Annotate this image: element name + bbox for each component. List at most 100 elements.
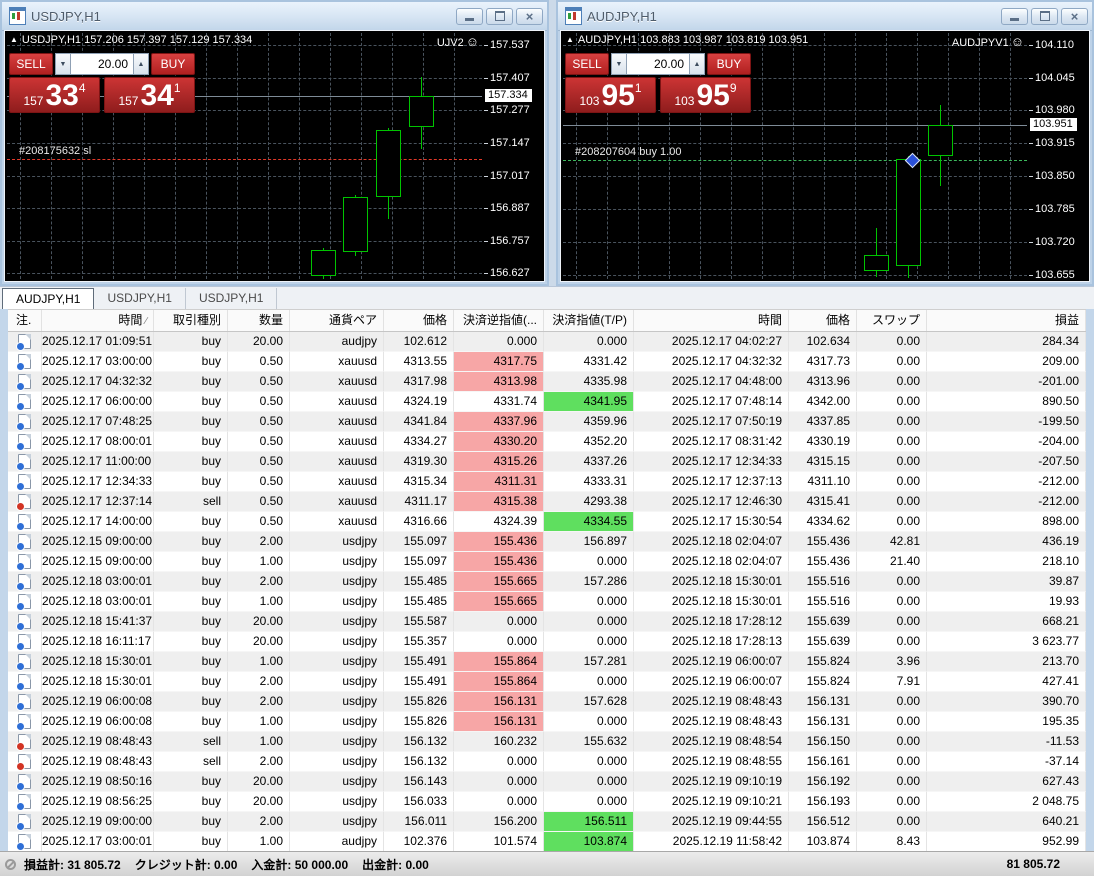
history-row[interactable]: 2025.12.18 16:11:17 buy 20.00 usdjpy 155.357… <box>8 632 1086 652</box>
price-chart[interactable]: ▲ USDJPY,H1 157.206 157.397 157.129 157.3… <box>7 33 482 279</box>
profit-cell: -37.14 <box>927 752 1086 772</box>
history-row[interactable]: 2025.12.15 09:00:00 buy 1.00 usdjpy 155.097 1… <box>8 552 1086 572</box>
window-title: AUDJPY,H1 <box>587 8 657 24</box>
history-row[interactable]: 2025.12.17 06:00:00 buy 0.50 xauusd 4324.19 4… <box>8 392 1086 412</box>
column-header-volume[interactable]: 数量 <box>228 310 290 331</box>
history-row[interactable]: 2025.12.17 12:34:33 buy 0.50 xauusd 4315.34 4… <box>8 472 1086 492</box>
column-header-close_time[interactable]: 時間 <box>634 310 789 331</box>
profit-cell: 195.35 <box>927 712 1086 732</box>
tab-usdjpy-h1[interactable]: USDJPY,H1 <box>94 288 186 309</box>
history-row[interactable]: 2025.12.19 06:00:08 buy 2.00 usdjpy 155.826 1… <box>8 692 1086 712</box>
history-row[interactable]: 2025.12.19 08:48:43 sell 1.00 usdjpy 156.132… <box>8 732 1086 752</box>
sell-button[interactable]: SELL <box>9 53 53 75</box>
buy-button[interactable]: BUY <box>151 53 195 75</box>
symbol-cell: usdjpy <box>290 632 384 652</box>
order-dot <box>16 662 25 671</box>
buy-button[interactable]: BUY <box>707 53 751 75</box>
close_time-cell: 2025.12.17 12:46:30 <box>634 492 789 512</box>
history-row[interactable]: 2025.12.17 03:00:00 buy 0.50 xauusd 4313.55 4… <box>8 352 1086 372</box>
column-header-close_price[interactable]: 価格 <box>789 310 857 331</box>
open_time-cell: 2025.12.15 09:00:00 <box>42 532 154 552</box>
history-row[interactable]: 2025.12.18 15:30:01 buy 2.00 usdjpy 155.491 1… <box>8 672 1086 692</box>
window-titlebar[interactable]: USDJPY,H1 × <box>2 2 547 31</box>
column-header-sl[interactable]: 決済逆指値(... <box>454 310 544 331</box>
close_time-cell: 2025.12.19 08:48:43 <box>634 692 789 712</box>
close_time-cell: 2025.12.18 17:28:12 <box>634 612 789 632</box>
minimize-button[interactable] <box>1001 7 1028 25</box>
type-cell: buy <box>154 472 228 492</box>
history-row[interactable]: 2025.12.17 11:00:00 buy 0.50 xauusd 4319.30 4… <box>8 452 1086 472</box>
volume-increase-button[interactable]: ▲ <box>689 53 705 75</box>
volume-decrease-button[interactable]: ▼ <box>611 53 627 75</box>
column-header-tp[interactable]: 決済指値(T/P) <box>544 310 634 331</box>
history-row[interactable]: 2025.12.17 14:00:00 buy 0.50 xauusd 4316.66 4… <box>8 512 1086 532</box>
column-header-open_price[interactable]: 価格 <box>384 310 454 331</box>
order-type-cell <box>8 512 42 532</box>
history-row[interactable]: 2025.12.15 09:00:00 buy 2.00 usdjpy 155.097 1… <box>8 532 1086 552</box>
price-axis[interactable]: 104.110 104.045 103.980 103.915 103.850 103.7… <box>1029 33 1089 279</box>
buy-price-button[interactable]: 103 95 9 <box>660 77 751 113</box>
history-row[interactable]: 2025.12.17 01:09:51 buy 20.00 audjpy 102.612… <box>8 332 1086 352</box>
tab-usdjpy-h1[interactable]: USDJPY,H1 <box>186 288 278 309</box>
profit-cell: 952.99 <box>927 832 1086 852</box>
price-chart[interactable]: ▲ AUDJPY,H1 103.883 103.987 103.819 103.9… <box>563 33 1027 279</box>
type-cell: sell <box>154 492 228 512</box>
history-row[interactable]: 2025.12.18 03:00:01 buy 2.00 usdjpy 155.485 1… <box>8 572 1086 592</box>
close_price-cell: 156.512 <box>789 812 857 832</box>
history-row[interactable]: 2025.12.17 08:00:01 buy 0.50 xauusd 4334.27 4… <box>8 432 1086 452</box>
history-row[interactable]: 2025.12.17 07:48:25 buy 0.50 xauusd 4341.84 4… <box>8 412 1086 432</box>
history-row[interactable]: 2025.12.19 06:00:08 buy 1.00 usdjpy 155.826 1… <box>8 712 1086 732</box>
volume-input[interactable]: 20.00 <box>627 53 689 75</box>
current-price-line <box>563 125 1027 127</box>
order-type-cell <box>8 332 42 352</box>
open_price-cell: 4324.19 <box>384 392 454 412</box>
history-row[interactable]: 2025.12.19 08:50:16 buy 20.00 usdjpy 156.143… <box>8 772 1086 792</box>
history-row[interactable]: 2025.12.19 08:56:25 buy 20.00 usdjpy 156.033… <box>8 792 1086 812</box>
volume-decrease-button[interactable]: ▼ <box>55 53 71 75</box>
history-row[interactable]: 2025.12.19 08:48:43 sell 2.00 usdjpy 156.132… <box>8 752 1086 772</box>
buy-price-button[interactable]: 157 34 1 <box>104 77 195 113</box>
column-header-open_time[interactable]: 時間 ∕ <box>42 310 154 331</box>
axis-tick-mark <box>1029 274 1033 276</box>
column-header-symbol[interactable]: 通貨ペア <box>290 310 384 331</box>
order-type-cell <box>8 752 42 772</box>
history-row[interactable]: 2025.12.17 04:32:32 buy 0.50 xauusd 4317.98 4… <box>8 372 1086 392</box>
buy-order-icon <box>16 814 31 831</box>
history-row[interactable]: 2025.12.18 15:41:37 buy 20.00 usdjpy 155.587… <box>8 612 1086 632</box>
close_time-cell: 2025.12.19 11:58:42 <box>634 832 789 852</box>
tab-audjpy-h1[interactable]: AUDJPY,H1 <box>2 288 95 309</box>
column-header-swap[interactable]: スワップ <box>857 310 927 331</box>
close-button[interactable]: × <box>1061 7 1088 25</box>
sell-price-button[interactable]: 157 33 4 <box>9 77 100 113</box>
price-axis[interactable]: 157.537 157.407 157.277 157.147 157.017 156.8… <box>484 33 544 279</box>
sell-price-button[interactable]: 103 95 1 <box>565 77 656 113</box>
close_price-cell: 102.634 <box>789 332 857 352</box>
history-row[interactable]: 2025.12.18 15:30:01 buy 1.00 usdjpy 155.491 1… <box>8 652 1086 672</box>
window-titlebar[interactable]: AUDJPY,H1 × <box>558 2 1092 31</box>
volume-increase-button[interactable]: ▲ <box>133 53 149 75</box>
order-dot <box>16 582 25 591</box>
axis-tick-mark <box>1029 44 1033 46</box>
column-header-profit[interactable]: 損益 <box>927 310 1086 331</box>
history-row[interactable]: 2025.12.18 03:00:01 buy 1.00 usdjpy 155.485 1… <box>8 592 1086 612</box>
minimize-button[interactable] <box>456 7 483 25</box>
swap-cell: 0.00 <box>857 612 927 632</box>
order-dot <box>16 642 25 651</box>
profit-cell: 890.50 <box>927 392 1086 412</box>
volume-cell: 2.00 <box>228 812 290 832</box>
restore-button[interactable] <box>486 7 513 25</box>
mt4-workspace: USDJPY,H1 × ▲ USDJPY,H1 157.206 157.397 1… <box>0 0 1094 876</box>
sell-button[interactable]: SELL <box>565 53 609 75</box>
tp-cell: 157.286 <box>544 572 634 592</box>
column-header-type[interactable]: 取引種別 <box>154 310 228 331</box>
history-row[interactable]: 2025.12.17 12:37:14 sell 0.50 xauusd 4311.17… <box>8 492 1086 512</box>
close_price-cell: 156.161 <box>789 752 857 772</box>
volume-input[interactable]: 20.00 <box>71 53 133 75</box>
history-row[interactable]: 2025.12.17 03:00:01 buy 1.00 audjpy 102.376 1… <box>8 832 1086 852</box>
close-button[interactable]: × <box>516 7 543 25</box>
axis-tick-mark <box>1029 176 1033 178</box>
history-row[interactable]: 2025.12.19 09:00:00 buy 2.00 usdjpy 156.011 1… <box>8 812 1086 832</box>
close_time-cell: 2025.12.17 04:02:27 <box>634 332 789 352</box>
restore-button[interactable] <box>1031 7 1058 25</box>
column-header-icon[interactable]: 注. <box>8 310 42 331</box>
